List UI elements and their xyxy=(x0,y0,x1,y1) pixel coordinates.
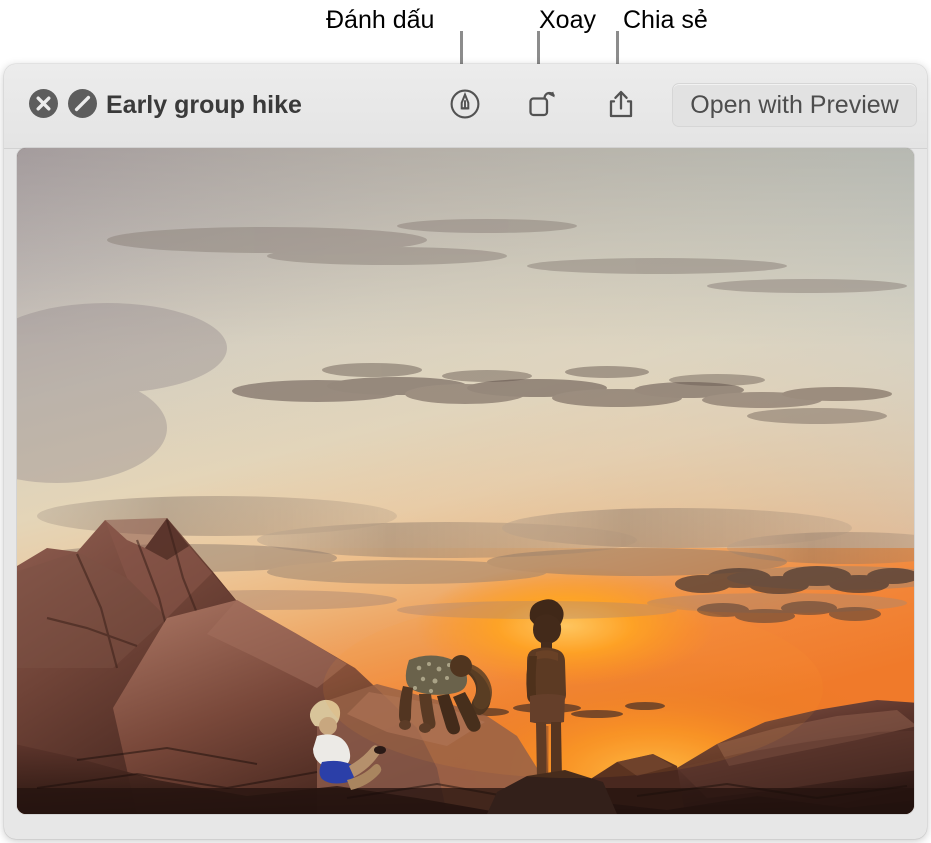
share-up-arrow-icon[interactable] xyxy=(603,86,639,122)
callout-label-share: Chia sẻ xyxy=(623,6,708,34)
page-title: Early group hike xyxy=(106,91,302,119)
callout-label-markup: Đánh dấu xyxy=(326,6,435,34)
open-with-preview-button[interactable]: Open with Preview xyxy=(672,83,917,127)
photo-preview[interactable] xyxy=(17,148,914,814)
markup-pen-icon[interactable] xyxy=(447,86,483,122)
slash-circle-icon[interactable] xyxy=(68,89,97,118)
close-icon[interactable] xyxy=(29,89,58,118)
rotate-left-icon[interactable] xyxy=(524,86,560,122)
quick-look-window: Early group hike Open with Preview xyxy=(4,64,927,839)
quick-look-toolbar: Early group hike Open with Preview xyxy=(4,64,927,149)
callout-label-rotate: Xoay xyxy=(539,6,596,34)
open-with-preview-label: Open with Preview xyxy=(690,90,899,119)
quick-look-preview-area xyxy=(17,148,914,814)
